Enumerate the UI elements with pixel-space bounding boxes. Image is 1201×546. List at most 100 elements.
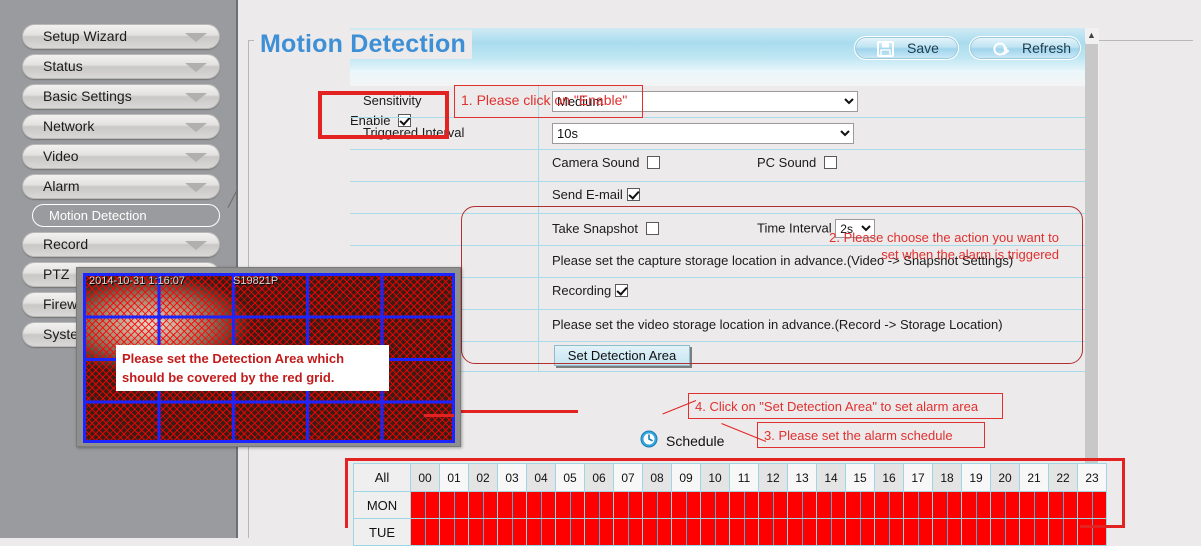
schedule-half-slot[interactable] (411, 519, 426, 545)
schedule-half-slot[interactable] (774, 519, 788, 545)
schedule-half-slot[interactable] (571, 519, 585, 545)
schedule-half-slot[interactable] (919, 492, 933, 518)
schedule-slot[interactable] (1019, 518, 1049, 546)
schedule-half-slot[interactable] (1020, 519, 1035, 545)
schedule-hour-header[interactable]: 22 (1048, 463, 1078, 492)
schedule-slot[interactable] (729, 518, 759, 546)
schedule-half-slot[interactable] (716, 519, 730, 545)
schedule-slot[interactable] (584, 491, 614, 519)
schedule-half-slot[interactable] (861, 519, 875, 545)
schedule-half-slot[interactable] (1093, 519, 1107, 545)
schedule-half-slot[interactable] (440, 519, 455, 545)
schedule-half-slot[interactable] (513, 519, 527, 545)
schedule-slot[interactable] (642, 491, 672, 519)
schedule-half-slot[interactable] (991, 492, 1006, 518)
schedule-half-slot[interactable] (861, 492, 875, 518)
schedule-slot[interactable] (555, 491, 585, 519)
schedule-hour-header[interactable]: 03 (497, 463, 527, 492)
schedule-half-slot[interactable] (614, 519, 629, 545)
schedule-slot[interactable] (1077, 518, 1107, 546)
schedule-half-slot[interactable] (571, 492, 585, 518)
schedule-slot[interactable] (932, 491, 962, 519)
schedule-hour-header[interactable]: 11 (729, 463, 759, 492)
schedule-half-slot[interactable] (933, 519, 948, 545)
schedule-hour-header[interactable]: 18 (932, 463, 962, 492)
schedule-half-slot[interactable] (585, 492, 600, 518)
schedule-hour-header[interactable]: 19 (961, 463, 991, 492)
send-email-checkbox[interactable] (626, 188, 640, 201)
schedule-half-slot[interactable] (890, 492, 904, 518)
schedule-half-slot[interactable] (527, 519, 542, 545)
schedule-half-slot[interactable] (455, 492, 469, 518)
schedule-slot[interactable] (845, 491, 875, 519)
schedule-half-slot[interactable] (513, 492, 527, 518)
schedule-slot[interactable] (787, 491, 817, 519)
schedule-hour-header[interactable]: 23 (1077, 463, 1107, 492)
schedule-half-slot[interactable] (629, 492, 643, 518)
schedule-slot[interactable] (468, 518, 498, 546)
schedule-day-label[interactable]: MON (353, 491, 411, 519)
schedule-half-slot[interactable] (643, 519, 658, 545)
schedule-half-slot[interactable] (745, 519, 759, 545)
schedule-slot[interactable] (990, 518, 1020, 546)
schedule-slot[interactable] (526, 491, 556, 519)
schedule-slot[interactable] (613, 518, 643, 546)
schedule-half-slot[interactable] (1064, 519, 1078, 545)
schedule-half-slot[interactable] (875, 519, 890, 545)
schedule-slot[interactable] (1048, 491, 1078, 519)
schedule-half-slot[interactable] (788, 519, 803, 545)
schedule-half-slot[interactable] (817, 519, 832, 545)
schedule-slot[interactable] (1077, 491, 1107, 519)
schedule-slot[interactable] (439, 491, 469, 519)
schedule-hour-header[interactable]: 14 (816, 463, 846, 492)
schedule-half-slot[interactable] (556, 492, 571, 518)
schedule-slot[interactable] (555, 518, 585, 546)
schedule-half-slot[interactable] (890, 519, 904, 545)
schedule-half-slot[interactable] (687, 492, 701, 518)
schedule-half-slot[interactable] (817, 492, 832, 518)
schedule-hour-header[interactable]: 20 (990, 463, 1020, 492)
sidebar-item-alarm[interactable]: Alarm (22, 174, 220, 199)
schedule-slot[interactable] (845, 518, 875, 546)
sidebar-item-setup-wizard[interactable]: Setup Wizard (22, 24, 220, 49)
schedule-half-slot[interactable] (1064, 492, 1078, 518)
schedule-half-slot[interactable] (469, 519, 484, 545)
schedule-half-slot[interactable] (527, 492, 542, 518)
schedule-hour-header[interactable]: 13 (787, 463, 817, 492)
triggered-interval-select[interactable]: 5s6s7s8s9s10s11s12s13s14s15s (552, 123, 854, 144)
schedule-half-slot[interactable] (658, 519, 672, 545)
schedule-half-slot[interactable] (600, 519, 614, 545)
schedule-half-slot[interactable] (426, 519, 440, 545)
schedule-slot[interactable] (729, 491, 759, 519)
schedule-half-slot[interactable] (716, 492, 730, 518)
schedule-half-slot[interactable] (977, 519, 991, 545)
schedule-slot[interactable] (1048, 518, 1078, 546)
schedule-slot[interactable] (903, 518, 933, 546)
schedule-half-slot[interactable] (542, 519, 556, 545)
schedule-half-slot[interactable] (1078, 519, 1093, 545)
schedule-hour-header[interactable]: 21 (1019, 463, 1049, 492)
schedule-half-slot[interactable] (672, 492, 687, 518)
schedule-slot[interactable] (642, 518, 672, 546)
schedule-half-slot[interactable] (919, 519, 933, 545)
schedule-half-slot[interactable] (556, 519, 571, 545)
schedule-half-slot[interactable] (1006, 492, 1020, 518)
schedule-hour-header[interactable]: 10 (700, 463, 730, 492)
schedule-hour-header[interactable]: 02 (468, 463, 498, 492)
schedule-half-slot[interactable] (948, 519, 962, 545)
schedule-hour-header[interactable]: 01 (439, 463, 469, 492)
schedule-half-slot[interactable] (498, 492, 513, 518)
schedule-half-slot[interactable] (484, 519, 498, 545)
schedule-half-slot[interactable] (846, 492, 861, 518)
schedule-slot[interactable] (671, 518, 701, 546)
schedule-half-slot[interactable] (440, 492, 455, 518)
schedule-hour-header[interactable]: 15 (845, 463, 875, 492)
schedule-slot[interactable] (439, 518, 469, 546)
schedule-hour-header[interactable]: 06 (584, 463, 614, 492)
schedule-grid[interactable]: All 00 01 02 03 04 05 06 07 08 09 10 11 12 13 14 15 16 17… (353, 463, 1107, 546)
schedule-half-slot[interactable] (1049, 519, 1064, 545)
sidebar-item-status[interactable]: Status (22, 54, 220, 79)
schedule-half-slot[interactable] (759, 492, 774, 518)
schedule-slot[interactable] (816, 518, 846, 546)
schedule-hour-header[interactable]: 09 (671, 463, 701, 492)
